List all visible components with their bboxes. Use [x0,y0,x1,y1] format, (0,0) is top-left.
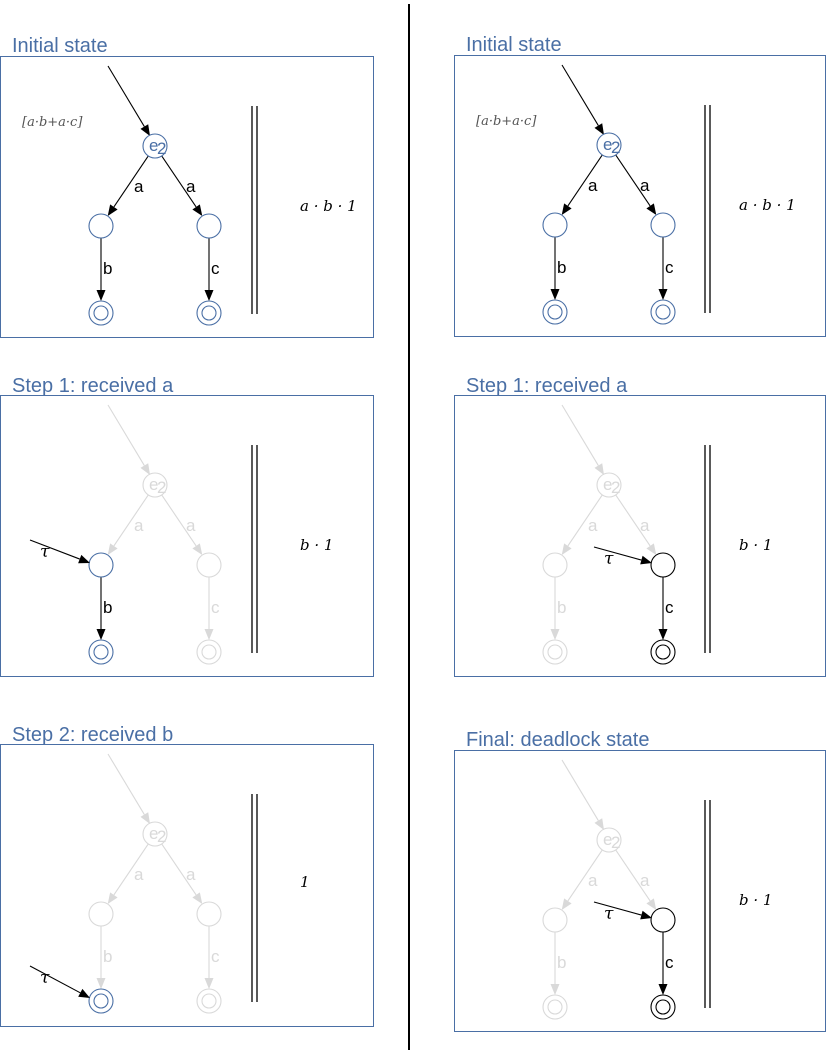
edge-a-right [615,849,657,911]
panel-title: Final: deadlock state [466,729,650,751]
edge-label: b [103,259,112,278]
state-after-a-left [88,213,114,239]
edge-label: c [211,598,220,617]
edge-a-right [615,494,657,556]
automaton-diagram: e2aabcτb · 1 [29,404,333,665]
state-after-a-right [650,907,676,933]
tau-arrow [593,901,652,920]
edge-a-right [161,155,203,217]
tau-arrow [29,965,90,998]
edge-label: a [186,516,196,535]
state-e2-subscript: 2 [611,138,620,157]
edge-label: a [588,871,598,890]
state-e2-subscript: 2 [611,478,620,497]
edge-label: a [588,176,598,195]
final-state-left [88,988,114,1014]
tau-arrow [593,546,652,565]
automaton-diagram: e2aabcτb · 1 [542,759,772,1020]
initial-arrow [561,759,604,830]
edge-label: a [134,865,144,884]
initial-arrow [107,65,150,136]
edge-label: b [103,598,112,617]
final-state-right [196,988,222,1014]
panel-title: Step 1: received a [466,375,628,397]
initial-arrow [561,404,604,475]
final-state-left [88,639,114,665]
tau-label: τ [604,549,614,569]
state-after-a-right [196,901,222,927]
edge-label: a [588,516,598,535]
formula-label: b · 1 [300,536,333,554]
final-state-right [196,639,222,665]
state-after-a-right [196,552,222,578]
final-state-right [650,994,676,1020]
expression-label: [a·b+a·c] [22,115,83,130]
final-state-left [542,994,568,1020]
edge-label: a [134,516,144,535]
panel-title: Step 1: received a [12,375,174,397]
state-e2-subscript: 2 [157,139,166,158]
edge-a-right [161,843,203,905]
formula-label: b · 1 [739,891,772,909]
formula-label: 1 [300,873,310,891]
final-state-left [88,300,114,326]
panel-title: Initial state [466,34,562,56]
edge-label: b [557,953,566,972]
state-after-a-left [542,552,568,578]
automaton-diagram: e2aabcτb · 1 [542,404,772,665]
edge-label: c [665,953,674,972]
panel-title: Step 2: received b [12,724,174,746]
final-state-left [542,299,568,325]
edge-label: a [640,176,650,195]
state-after-a-left [542,212,568,238]
edge-label: b [557,598,566,617]
edge-label: a [640,871,650,890]
edge-label: a [640,516,650,535]
final-state-right [650,299,676,325]
edge-label: c [211,259,220,278]
final-state-right [196,300,222,326]
tau-label: τ [604,904,614,924]
edge-label: a [134,177,144,196]
state-after-a-right [196,213,222,239]
automaton-diagram: e2a ab c[a·b+a·c]a · b · 1 [22,65,357,326]
state-after-a-right [650,212,676,238]
edge-label: b [557,258,566,277]
tau-label: τ [40,968,50,988]
state-after-a-left [542,907,568,933]
final-state-left [542,639,568,665]
state-e2-subscript: 2 [611,833,620,852]
automaton-diagram: e2a ab c[a·b+a·c]a · b · 1 [476,64,796,325]
state-e2-subscript: 2 [157,827,166,846]
initial-arrow [107,753,150,824]
automaton-diagram: e2a ab cτ1 [29,753,310,1014]
state-e2-subscript: 2 [157,478,166,497]
formula-label: b · 1 [739,536,772,554]
edge-label: c [665,258,674,277]
tau-arrow [29,539,90,564]
edge-label: b [103,947,112,966]
expression-label: [a·b+a·c] [476,114,537,129]
panel-title: Initial state [12,35,108,57]
edge-a-right [161,494,203,556]
formula-label: a · b · 1 [300,197,357,215]
edge-label: c [665,598,674,617]
edge-a-right [615,154,657,216]
edge-label: a [186,177,196,196]
edge-label: c [211,947,220,966]
state-after-a-left [88,552,114,578]
edge-label: a [186,865,196,884]
state-after-a-right [650,552,676,578]
initial-arrow [107,404,150,475]
tau-label: τ [40,542,50,562]
formula-label: a · b · 1 [739,196,796,214]
initial-arrow [561,64,604,135]
final-state-right [650,639,676,665]
state-after-a-left [88,901,114,927]
center-divider [408,4,410,1050]
